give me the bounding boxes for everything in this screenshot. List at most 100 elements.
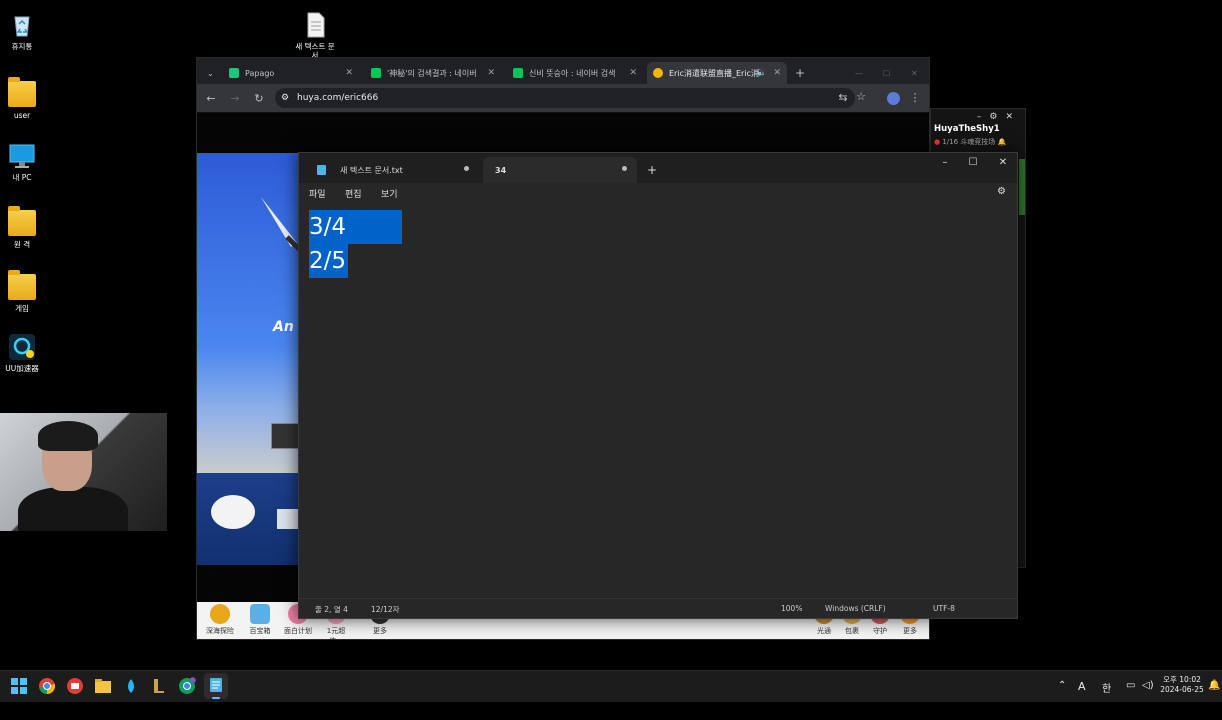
browser-tab-huya[interactable]: Eric消遣联盟直播_Eric消 🔈 ✕ [647,62,787,84]
panel-window-controls[interactable]: –⚙✕ [977,112,1021,122]
close-icon[interactable]: ✕ [345,68,353,78]
more-menu-icon[interactable]: ⋮ [903,91,927,104]
bell-icon[interactable]: 🔔 [998,138,1007,146]
browser-tab-papago[interactable]: Papago ✕ [223,62,359,84]
line-ending[interactable]: Windows (CRLF) [825,604,886,613]
gift-icon [210,604,230,624]
notepad-icon [210,678,222,692]
win-logo-icon [277,509,299,529]
file-explorer-icon[interactable] [94,677,112,695]
text-line-2: 2/5 [309,244,348,278]
papago-favicon-icon [229,68,239,78]
naver-favicon-icon [371,68,381,78]
volume-icon[interactable]: ◁) [1142,680,1154,691]
ime-mode-a[interactable]: A [1078,680,1086,693]
maximize-button[interactable]: ☐ [877,62,897,84]
notepad-file-icon [317,165,326,175]
desktop-icon-uu-accelerator[interactable]: UU加速器 [0,334,44,373]
streamer-name: HuyaTheShy1 [934,124,1000,134]
close-window-button[interactable]: ✕ [905,62,925,84]
windows-start-icon[interactable] [10,677,28,695]
tab-search-button[interactable]: ⌄ [201,62,221,84]
desktop-icon-user[interactable]: user [0,77,44,120]
gift-icon [250,604,270,624]
notepad-tab-bar: 새 텍스트 문서.txt 34 + – ☐ ✕ [299,153,1017,183]
tray-overflow-chevron-icon[interactable]: ⌃ [1058,680,1066,691]
uu-accelerator-icon [9,334,35,360]
webcam-feed [0,413,167,531]
profile-avatar[interactable] [887,92,900,105]
scroll-indicator [1019,159,1025,215]
minimize-button[interactable]: — [849,62,869,84]
webcam-person-hair [38,421,98,451]
forward-button[interactable]: → [223,92,247,105]
gift-item[interactable]: 百宝箱 [245,604,275,636]
unsaved-dot-icon [464,166,469,171]
huya-favicon-icon [653,68,663,78]
desktop-icon-recycle-bin[interactable]: 휴지통 [0,12,44,51]
clock[interactable]: 오후 10:02 2024-06-25 [1160,675,1204,695]
game-folder-icon [8,270,36,300]
arrow-left-icon: ← [206,91,216,105]
notepad-tab-text-doc[interactable]: 새 텍스트 문서.txt [305,157,479,183]
teardrop-app-icon[interactable] [122,677,140,695]
unsaved-dot-icon [622,166,627,171]
notepad-new-tab-button[interactable]: + [643,157,663,183]
notification-bell-icon[interactable]: 🔔 [1208,680,1220,691]
minimize-icon[interactable]: – [977,112,990,122]
legend-logo-icon [211,495,255,529]
menu-edit[interactable]: 편집 [345,187,362,200]
close-icon[interactable]: ✕ [487,68,495,78]
chrome-profile-icon[interactable] [178,677,196,695]
recycle-bin-icon [14,16,30,37]
settings-icon[interactable]: ⚙ [989,112,1005,122]
chevron-down-icon: ⌄ [207,68,214,78]
desktop-icon-text-file[interactable]: 새 텍스트 문서 [293,12,337,60]
notepad-close-button[interactable]: ✕ [989,157,1017,168]
gift-item[interactable]: 深海探险 [205,604,235,636]
browser-tab-naver-search-2[interactable]: 신비 뜻승아 : 네이버 검색 ✕ [507,62,643,84]
chrome-icon[interactable] [38,677,56,695]
desktop-icon-my-pc[interactable]: 내 PC [0,143,44,182]
live-dot-icon: ● [934,138,941,146]
notepad-minimize-button[interactable]: – [931,157,959,168]
taskbar: ⌃ A 한 ▭ ◁) 오후 10:02 2024-06-25 🔔 [0,670,1222,702]
site-info-icon[interactable]: ⚙ [281,88,289,108]
network-icon[interactable]: ▭ [1126,680,1135,691]
notepad-tab-34[interactable]: 34 [483,157,637,183]
ime-mode-han[interactable]: 한 [1102,680,1111,695]
notepad-text-area[interactable]: 3/4 2/5 [299,201,1017,597]
notepad-taskbar-button[interactable] [204,673,228,699]
anyone-legend-banner [197,473,307,565]
new-tab-button[interactable]: + [789,62,809,84]
browser-tab-naver-search-1[interactable]: '神秘'의 검색결과 : 네이버 ✕ [365,62,501,84]
close-icon[interactable]: ✕ [773,68,781,78]
text-file-icon [307,12,325,38]
minimize-icon: — [855,68,863,78]
webcam-person-body [18,487,128,531]
reload-button[interactable]: ↻ [247,92,271,105]
encoding[interactable]: UTF-8 [933,604,955,613]
menu-view[interactable]: 보기 [381,187,398,200]
browser-tab-bar: ⌄ Papago ✕ '神秘'의 검색결과 : 네이버 ✕ 신비 뜻승아 : 네… [197,58,929,84]
maximize-icon: ☐ [883,68,891,78]
close-icon[interactable]: ✕ [629,68,637,78]
close-icon[interactable]: ✕ [1005,112,1021,122]
red-app-icon[interactable] [66,677,84,695]
char-count: 12/12자 [371,605,400,614]
back-button[interactable]: ← [199,92,223,105]
text-line-1: 3/4 [309,210,402,244]
notepad-maximize-button[interactable]: ☐ [959,157,987,168]
zoom-level[interactable]: 100% [781,604,802,613]
bookmark-star-icon[interactable]: ☆ [849,90,873,103]
menu-file[interactable]: 파일 [309,187,326,200]
desktop-icon-game-folder[interactable]: 게임 [0,270,44,313]
desktop: 휴지통 새 텍스트 문서 user 내 PC 원 격 게임 UU加速器 ⌄ Pa… [0,0,1222,720]
speaker-icon[interactable]: 🔈 [756,68,767,78]
reload-icon: ↻ [254,91,264,105]
settings-gear-icon[interactable]: ⚙ [997,186,1006,197]
monitor-icon [9,144,35,168]
address-bar[interactable]: ⚙ huya.com/eric666 [275,88,855,108]
league-client-icon[interactable] [150,677,168,695]
desktop-icon-remote-folder[interactable]: 원 격 [0,206,44,249]
